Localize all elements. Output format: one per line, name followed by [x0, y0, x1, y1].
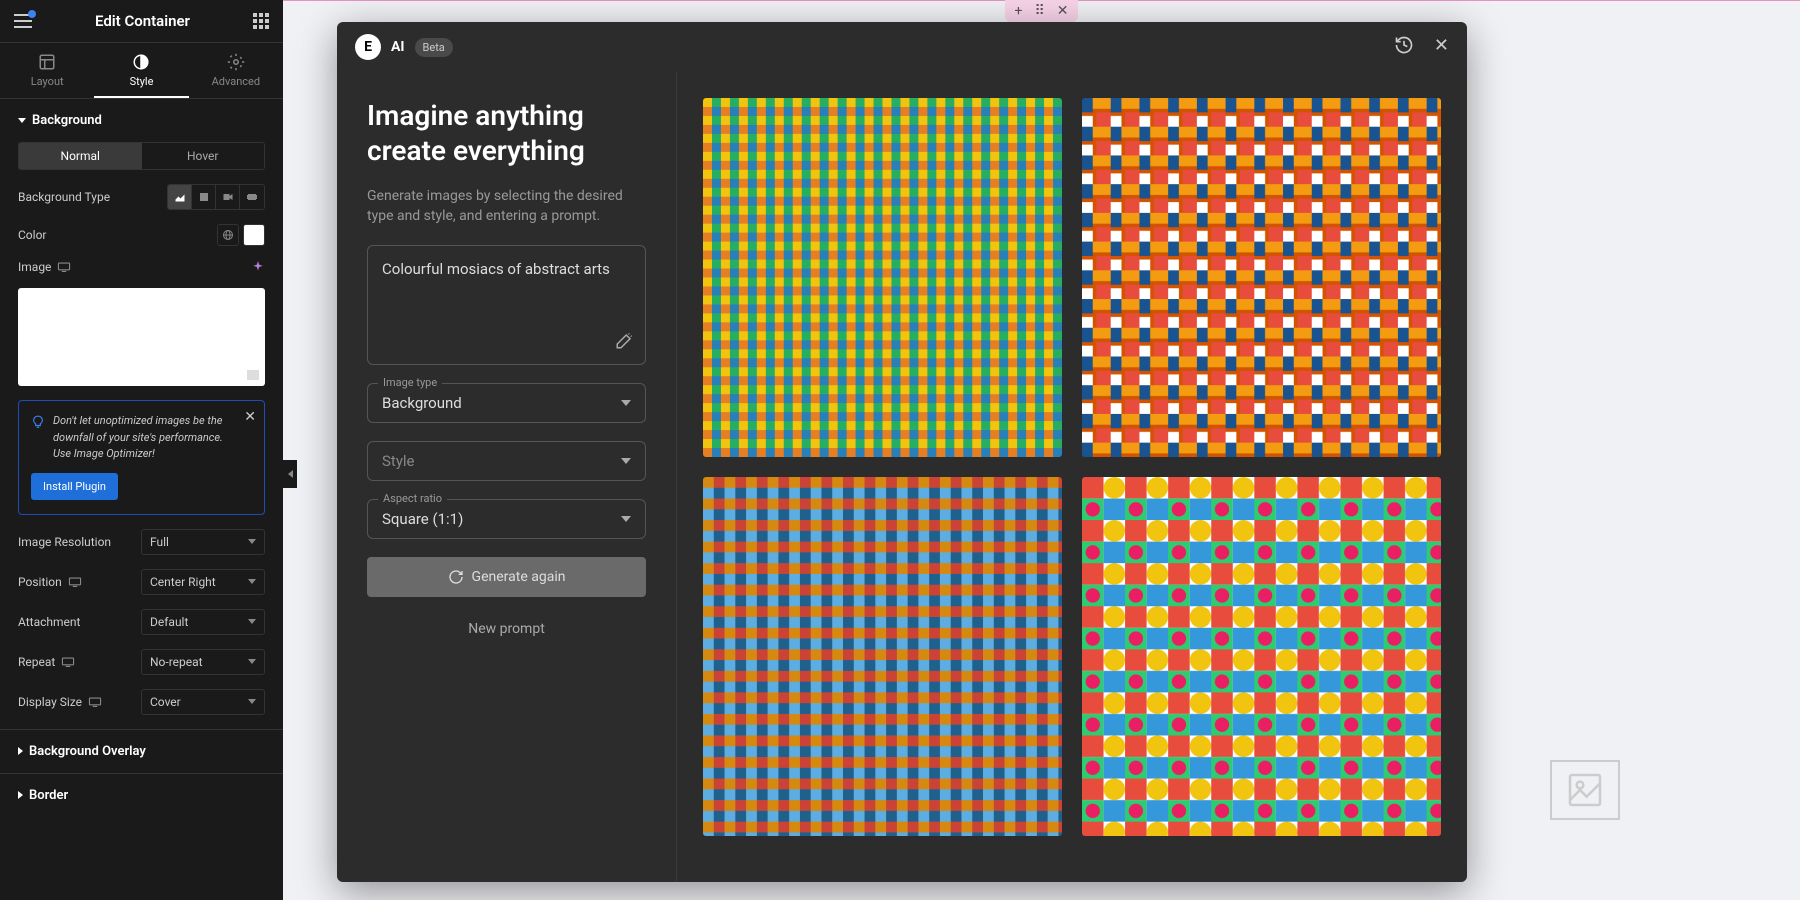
aspect-ratio-label: Aspect ratio: [378, 492, 447, 505]
position-label: Position: [18, 575, 62, 589]
tab-style-label: Style: [130, 75, 154, 88]
state-normal[interactable]: Normal: [19, 143, 142, 169]
style-select[interactable]: Style: [367, 441, 646, 481]
elementor-badge: E: [355, 34, 381, 60]
tab-advanced-label: Advanced: [212, 75, 260, 88]
image-resolution-label: Image Resolution: [18, 535, 111, 549]
generated-image-4[interactable]: [1082, 477, 1441, 836]
apps-icon[interactable]: [253, 13, 269, 29]
canvas-area: + ⠿ ✕ E AI Beta ✕ Imagine anything: [283, 0, 1800, 900]
repeat-label: Repeat: [18, 655, 55, 669]
prompt-input-wrapper: [367, 245, 646, 365]
image-icon: [1565, 770, 1605, 810]
aspect-ratio-select[interactable]: Aspect ratio Square (1:1): [367, 499, 646, 539]
generated-image-2[interactable]: [1082, 98, 1441, 457]
global-color-button[interactable]: [217, 224, 239, 246]
close-icon[interactable]: ✕: [244, 409, 256, 425]
bg-type-label: Background Type: [18, 190, 110, 204]
history-icon[interactable]: [1394, 35, 1414, 60]
tab-style[interactable]: Style: [94, 43, 188, 98]
chevron-down-icon: [621, 516, 631, 522]
editor-tabs: Layout Style Advanced: [0, 43, 283, 99]
add-icon[interactable]: +: [1015, 3, 1023, 19]
color-swatch[interactable]: [243, 224, 265, 246]
image-type-select[interactable]: Image type Background: [367, 383, 646, 423]
bg-type-video[interactable]: [216, 185, 240, 209]
color-label: Color: [18, 228, 46, 242]
ai-subheading: Generate images by selecting the desired…: [367, 186, 646, 227]
display-size-select[interactable]: Cover: [141, 689, 265, 715]
ai-modal-header: E AI Beta ✕: [337, 22, 1467, 72]
tip-text: Don't let unoptimized images be the down…: [53, 413, 238, 463]
tab-layout[interactable]: Layout: [0, 43, 94, 98]
ai-sparkle-icon[interactable]: [251, 260, 265, 274]
section-border-header[interactable]: Border: [18, 774, 265, 817]
element-toolbar: + ⠿ ✕: [1005, 0, 1079, 22]
desktop-icon[interactable]: [61, 657, 75, 667]
repeat-select[interactable]: No-repeat: [141, 649, 265, 675]
generate-again-button[interactable]: Generate again: [367, 557, 646, 597]
image-type-label: Image type: [378, 376, 442, 389]
chevron-right-icon: [18, 747, 23, 755]
chevron-down-icon: [18, 118, 26, 123]
generated-images-grid[interactable]: [677, 72, 1467, 882]
ai-modal: E AI Beta ✕ Imagine anything create ever…: [337, 22, 1467, 882]
collapse-sidebar-handle[interactable]: [283, 460, 297, 488]
delete-icon[interactable]: ✕: [1057, 3, 1069, 19]
chevron-down-icon: [621, 400, 631, 406]
attachment-label: Attachment: [18, 615, 80, 629]
section-background-label: Background: [32, 113, 102, 128]
section-background-header[interactable]: Background: [18, 99, 265, 142]
display-size-label: Display Size: [18, 695, 82, 709]
section-overlay-header[interactable]: Background Overlay: [18, 730, 265, 773]
install-plugin-button[interactable]: Install Plugin: [31, 473, 118, 500]
prompt-input[interactable]: [382, 260, 631, 330]
tab-advanced[interactable]: Advanced: [189, 43, 283, 98]
state-hover[interactable]: Hover: [142, 143, 265, 169]
desktop-icon[interactable]: [88, 697, 102, 707]
attachment-select[interactable]: Default: [141, 609, 265, 635]
bg-type-group: [167, 184, 265, 210]
image-placeholder: [1550, 760, 1620, 820]
tab-layout-label: Layout: [31, 75, 64, 88]
refresh-icon: [448, 569, 464, 585]
position-select[interactable]: Center Right: [141, 569, 265, 595]
close-icon[interactable]: ✕: [1434, 35, 1449, 60]
desktop-icon[interactable]: [68, 577, 82, 587]
section-border-label: Border: [29, 788, 68, 803]
generated-image-1[interactable]: [703, 98, 1062, 457]
sidebar-header: Edit Container: [0, 0, 283, 43]
drag-icon[interactable]: ⠿: [1034, 3, 1044, 19]
editor-sidebar: Edit Container Layout Style Advanced Bac…: [0, 0, 283, 900]
image-resolution-select[interactable]: Full: [141, 529, 265, 555]
generated-image-3[interactable]: [703, 477, 1062, 836]
optimizer-tip: ✕ Don't let unoptimized images be the do…: [18, 400, 265, 515]
ai-heading: Imagine anything create everything: [367, 98, 646, 168]
chevron-down-icon: [621, 458, 631, 464]
bg-type-gradient[interactable]: [192, 185, 216, 209]
sidebar-title: Edit Container: [32, 12, 253, 30]
image-label: Image: [18, 260, 51, 274]
ai-prompt-panel: Imagine anything create everything Gener…: [337, 72, 677, 882]
chevron-right-icon: [18, 791, 23, 799]
bg-type-classic[interactable]: [168, 185, 192, 209]
ai-label: AI: [391, 39, 405, 55]
new-prompt-button[interactable]: New prompt: [367, 615, 646, 643]
section-overlay-label: Background Overlay: [29, 744, 146, 759]
bg-type-slideshow[interactable]: [240, 185, 264, 209]
desktop-icon[interactable]: [57, 262, 71, 272]
image-dropzone[interactable]: [18, 288, 265, 386]
notification-dot: [28, 10, 36, 18]
state-segment: Normal Hover: [18, 142, 265, 170]
bulb-icon: [31, 415, 45, 429]
beta-badge: Beta: [415, 38, 453, 57]
enhance-prompt-icon[interactable]: [615, 332, 633, 354]
